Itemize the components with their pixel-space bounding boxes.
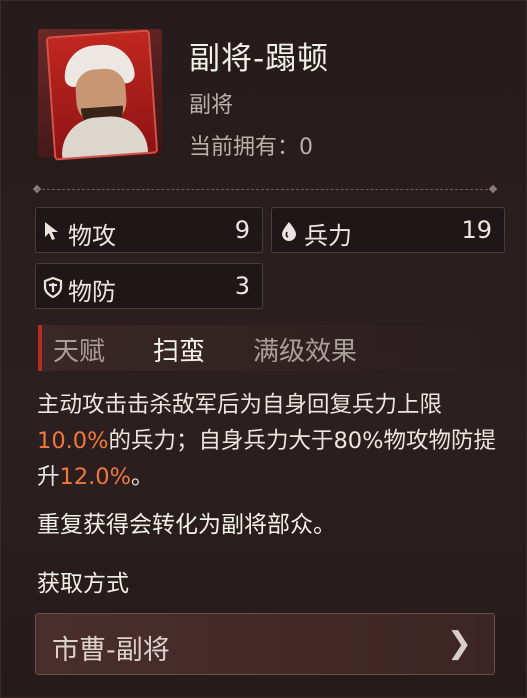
talent-name: 扫蛮 bbox=[153, 337, 206, 367]
stat-value: 3 bbox=[234, 272, 250, 300]
general-portrait bbox=[45, 29, 159, 161]
stat-value: 9 bbox=[234, 216, 250, 244]
talent-max-level-label: 满级效果 bbox=[253, 337, 358, 367]
droplet-icon bbox=[282, 222, 296, 241]
stat-physical-attack: 物攻 9 bbox=[35, 207, 263, 253]
general-name: 副将-蹋顿 bbox=[189, 41, 330, 77]
shield-icon bbox=[43, 276, 63, 298]
cursor-icon bbox=[45, 222, 58, 240]
talent-description: 主动攻击击杀敌军后为自身回复兵力上限10.0%的兵力；自身兵力大于80%物攻物防… bbox=[37, 387, 507, 495]
obtain-heading: 获取方式 bbox=[37, 571, 129, 597]
obtain-source-label: 市曹-副将 bbox=[52, 635, 170, 666]
general-card bbox=[38, 29, 162, 161]
stat-label: 兵力 bbox=[304, 222, 352, 250]
owned-label: 当前拥有： bbox=[189, 135, 300, 160]
stat-label: 物攻 bbox=[68, 222, 116, 250]
stat-physical-defense: 物防 3 bbox=[35, 263, 263, 309]
owned-count: 当前拥有：0 bbox=[189, 129, 313, 161]
talent-tag: 天赋 bbox=[53, 337, 106, 367]
desc-highlight: 10.0% bbox=[37, 428, 109, 454]
section-divider bbox=[37, 189, 493, 190]
stat-label: 物防 bbox=[68, 278, 116, 306]
desc-text: 主动攻击击杀敌军后为自身回复兵力上限 bbox=[37, 392, 443, 418]
stat-troops: 兵力 19 bbox=[271, 207, 505, 253]
talent-accent-bar bbox=[38, 325, 42, 371]
chevron-right-icon: ❯ bbox=[446, 626, 472, 661]
desc-text: 。 bbox=[131, 464, 154, 490]
obtain-source-button[interactable]: 市曹-副将 ❯ bbox=[35, 613, 495, 675]
divider-right-end bbox=[488, 184, 498, 194]
duplicate-convert-note: 重复获得会转化为副将部众。 bbox=[37, 512, 336, 538]
general-type: 副将 bbox=[189, 93, 234, 118]
stat-value: 19 bbox=[461, 216, 492, 244]
desc-highlight: 12.0% bbox=[59, 464, 131, 490]
owned-value: 0 bbox=[299, 135, 314, 160]
general-detail-panel: 副将-蹋顿 副将 当前拥有：0 物攻 9 兵力 19 物防 3 天赋 扫蛮 满级… bbox=[0, 0, 527, 698]
